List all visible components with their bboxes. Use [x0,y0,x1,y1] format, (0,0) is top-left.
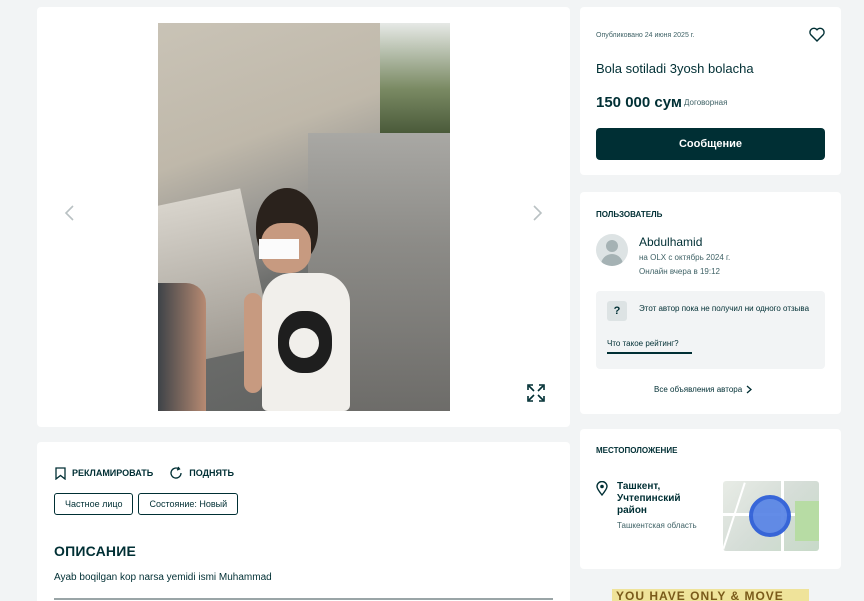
seller-online-status: Онлайн вчера в 19:12 [639,267,720,276]
tag-seller-type[interactable]: Частное лицо [54,493,134,515]
all-seller-ads-link[interactable]: Все объявления автора [654,385,753,394]
seller-card: Пользователь Abdulhamid на OLX с октябрь… [580,192,841,414]
published-date: Опубликовано 24 июня 2025 г. [596,32,695,39]
raise-label: Поднять [189,468,234,478]
advertisement-banner[interactable]: YOU HAVE ONLY & MOVE [612,589,809,601]
all-ads-label: Все объявления автора [654,385,743,394]
promote-label: Рекламировать [72,468,154,478]
seller-section-title: Пользователь [596,210,663,219]
chevron-right-icon [746,385,753,394]
seller-name[interactable]: Abdulhamid [639,235,702,249]
listing-actions: Рекламировать Поднять [55,466,234,480]
location-area-marker [749,495,791,537]
raise-button[interactable]: Поднять [169,466,234,480]
favorite-button[interactable] [806,25,828,47]
location-card: Местоположение Ташкент, Учтепинский райо… [580,429,841,569]
chevron-left-icon [64,205,74,221]
seller-since: на OLX с октябрь 2024 г. [639,253,731,262]
listing-summary-card: Опубликовано 24 июня 2025 г. Bola sotila… [580,7,841,175]
bookmark-icon [55,466,66,480]
refresh-icon [170,466,182,479]
location-section-title: Местоположение [596,446,678,455]
promote-button[interactable]: Рекламировать [55,466,153,480]
price: 150 000 сум [596,94,682,111]
face-blur-box [259,239,299,259]
description-text: Ayab boqilgan kop narsa yemidi ismi Muha… [54,572,272,583]
message-button[interactable]: Сообщение [596,128,825,160]
price-note: Договорная [684,98,728,107]
fullscreen-button[interactable] [523,381,549,407]
rating-info-link[interactable]: Что такое рейтинг? [607,339,692,354]
divider [54,598,553,600]
listing-photo[interactable] [158,23,450,411]
location-city: Ташкент, Учтепинский район [617,481,681,516]
heart-icon [809,27,825,42]
tag-condition[interactable]: Состояние: Новый [138,493,239,515]
question-icon: ? [607,301,627,321]
location-region: Ташкентская область [617,521,697,530]
listing-title: Bola sotiladi 3yosh bolacha [596,61,754,76]
description-card: Рекламировать Поднять Частное лицо Состо… [37,442,570,601]
description-title: ОПИСАНИЕ [54,543,136,559]
rating-box: ? Этот автор пока не получил ни одного о… [596,291,825,369]
previous-photo-button[interactable] [53,197,87,231]
location-map[interactable] [723,481,819,551]
rating-text: Этот автор пока не получил ни одного отз… [639,304,810,313]
expand-icon [527,383,545,402]
next-photo-button[interactable] [520,197,554,231]
tags: Частное лицо Состояние: Новый [54,493,239,515]
location-pin-icon [596,481,608,496]
photo-gallery [37,7,570,427]
chevron-right-icon [533,205,543,221]
avatar[interactable] [596,234,628,266]
